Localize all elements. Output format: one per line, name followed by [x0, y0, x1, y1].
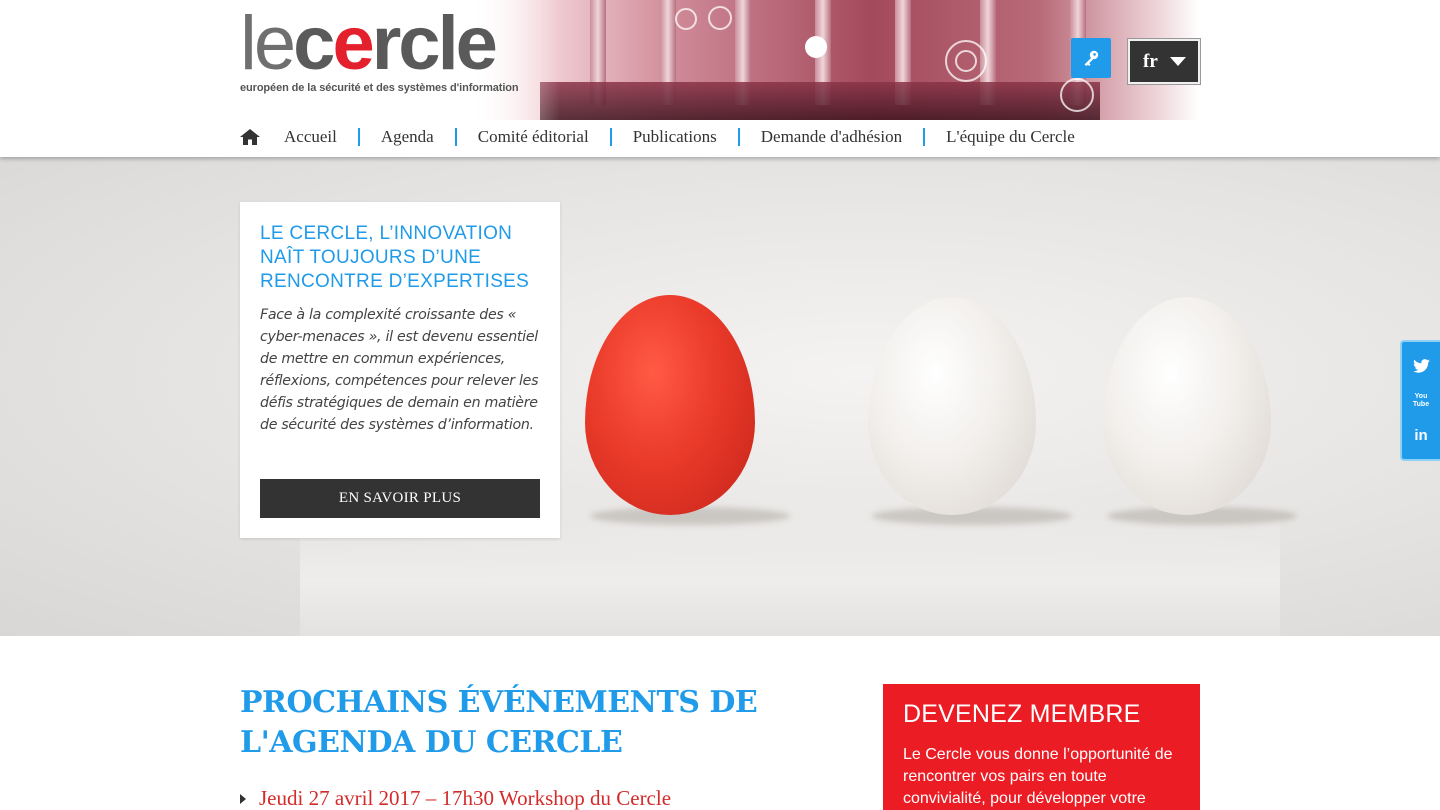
social-links: You Tube in: [1400, 340, 1440, 461]
youtube-link[interactable]: You Tube: [1409, 389, 1433, 413]
nav-home-link[interactable]: [240, 119, 260, 155]
event-list-item[interactable]: Jeudi 27 avril 2017 – 17h30 Workshop du …: [240, 786, 671, 810]
language-selector[interactable]: fr: [1127, 38, 1201, 85]
caret-right-icon: [240, 793, 246, 804]
events-section-title: PROCHAINS ÉVÉNEMENTS DE L'AGENDA DU CERC…: [240, 685, 758, 760]
become-member-box: DEVENEZ MEMBRE Le Cercle vous donne l’op…: [883, 684, 1200, 810]
hero-text: Face à la complexité croissante des « cy…: [260, 307, 539, 433]
home-icon: [240, 129, 260, 145]
chevron-down-icon: [1169, 57, 1186, 66]
nav-item-comite-editorial[interactable]: Comité éditorial: [454, 128, 610, 146]
logo-wordmark: lecercle: [240, 1, 498, 86]
logo-subtitle: européen de la sécurité et des systèmes …: [240, 82, 519, 94]
member-text: Le Cercle vous donne l’opportunité de re…: [903, 746, 1173, 807]
member-title: DEVENEZ MEMBRE: [903, 700, 1141, 728]
red-egg-image: [585, 295, 755, 515]
twitter-link[interactable]: [1409, 354, 1433, 378]
nav-item-equipe-du-cercle[interactable]: L'équipe du Cercle: [923, 128, 1096, 146]
twitter-icon: [1412, 358, 1430, 373]
hero-card: Le Cercle, l’innovation naît toujours d’…: [240, 202, 560, 538]
youtube-label-bottom: Tube: [1412, 400, 1430, 408]
event-label: Jeudi 27 avril 2017 – 17h30 Workshop du …: [259, 786, 672, 810]
youtube-label-top: You: [1414, 392, 1428, 400]
linkedin-link[interactable]: in: [1409, 424, 1433, 448]
key-icon: [1084, 50, 1099, 66]
hero-title: Le Cercle, l’innovation naît toujours d’…: [260, 223, 530, 292]
login-button[interactable]: [1071, 38, 1111, 78]
nav-item-accueil[interactable]: Accueil: [284, 128, 358, 146]
linkedin-icon: in: [1414, 427, 1428, 444]
white-egg-image: [1103, 297, 1271, 515]
white-egg-image: [868, 297, 1036, 515]
learn-more-button[interactable]: EN SAVOIR PLUS: [260, 479, 540, 518]
nav-item-agenda[interactable]: Agenda: [357, 128, 455, 146]
nav-item-publications[interactable]: Publications: [609, 128, 738, 146]
language-label: fr: [1143, 50, 1158, 72]
hero-banner: Le Cercle, l’innovation naît toujours d’…: [0, 157, 1440, 636]
site-header: lecercle européen de la sécurité et des …: [0, 0, 1440, 157]
site-logo[interactable]: lecercle européen de la sécurité et des …: [240, 6, 530, 96]
main-navigation: Accueil Agenda Comité éditorial Publicat…: [240, 119, 1096, 155]
nav-item-demande-adhesion[interactable]: Demande d'adhésion: [737, 128, 923, 146]
